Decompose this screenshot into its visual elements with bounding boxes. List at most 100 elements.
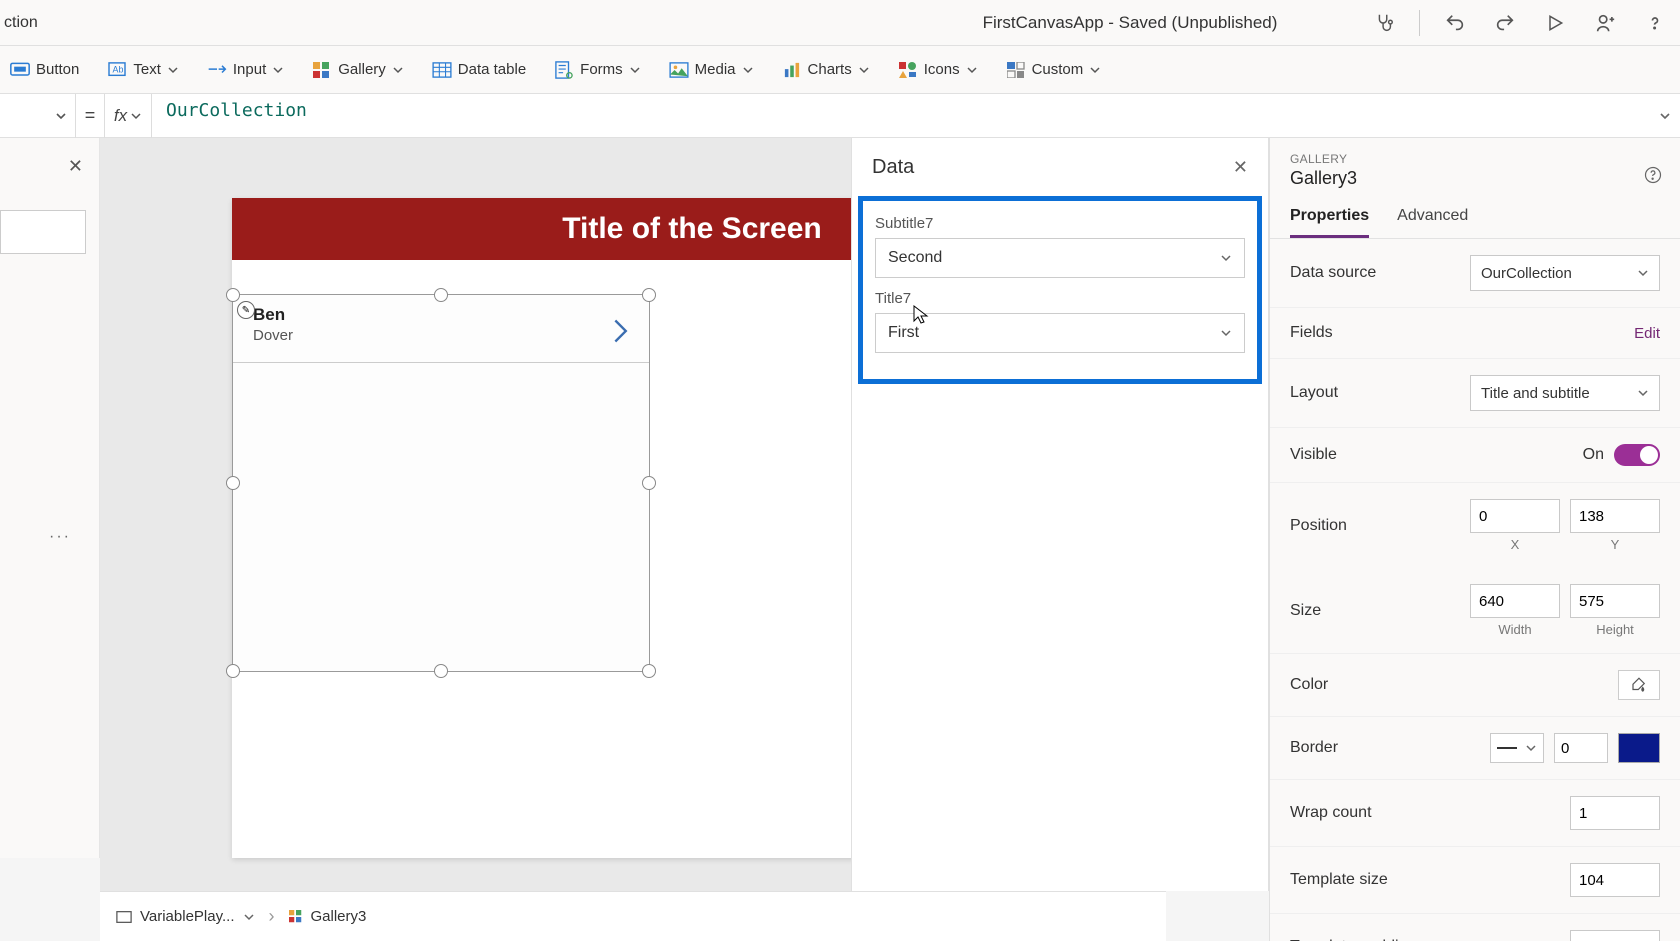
resize-handle[interactable] xyxy=(642,476,656,490)
text-icon: Ab xyxy=(107,60,127,80)
axis-label: Height xyxy=(1596,622,1634,637)
fields-edit-link[interactable]: Edit xyxy=(1634,325,1660,342)
select-value: OurCollection xyxy=(1481,265,1572,282)
data-table-icon xyxy=(432,60,452,80)
resize-handle[interactable] xyxy=(434,664,448,678)
button-icon xyxy=(10,60,30,80)
canvas-screen[interactable]: Title of the Screen ✎ Ben Dover xyxy=(232,198,952,858)
gallery-icon xyxy=(312,60,332,80)
resize-handle[interactable] xyxy=(226,476,240,490)
insert-icons[interactable]: Icons xyxy=(896,56,980,84)
insert-gallery[interactable]: Gallery xyxy=(310,56,406,84)
insert-input[interactable]: Input xyxy=(205,56,286,84)
svg-text:Ab: Ab xyxy=(113,64,124,74)
chevron-right-icon[interactable] xyxy=(611,317,629,345)
template-size-input[interactable] xyxy=(1570,863,1660,897)
visible-toggle[interactable]: On xyxy=(1583,444,1660,466)
chevron-down-icon xyxy=(55,110,67,122)
field-label: Subtitle7 xyxy=(875,215,1245,232)
share-icon[interactable] xyxy=(1590,8,1620,38)
help-icon[interactable] xyxy=(1644,166,1662,184)
gallery-item[interactable]: ✎ Ben Dover xyxy=(233,295,649,363)
breadcrumb-gallery[interactable]: Gallery3 xyxy=(289,908,367,925)
play-icon[interactable] xyxy=(1540,8,1570,38)
edit-template-icon[interactable]: ✎ xyxy=(237,301,255,319)
prop-color: Color xyxy=(1270,654,1680,717)
ribbon-label: Icons xyxy=(924,61,960,78)
toggle-text: On xyxy=(1583,446,1604,464)
prop-label: Layout xyxy=(1290,384,1338,402)
chevron-down-icon xyxy=(1089,64,1101,76)
layout-select[interactable]: Title and subtitle xyxy=(1470,375,1660,411)
ribbon-label: Data table xyxy=(458,61,526,78)
insert-forms[interactable]: Forms xyxy=(552,56,643,84)
fields-highlight: Subtitle7 Second Title7 First xyxy=(858,196,1262,384)
wrap-count-input[interactable] xyxy=(1570,796,1660,830)
property-selector[interactable] xyxy=(0,94,76,138)
ribbon-label: Text xyxy=(133,61,161,78)
prop-size: Size Width Height xyxy=(1270,568,1680,654)
tab-properties[interactable]: Properties xyxy=(1290,207,1369,238)
color-fill-button[interactable] xyxy=(1618,670,1660,700)
prop-label: Size xyxy=(1290,602,1321,620)
close-icon[interactable]: ✕ xyxy=(1233,157,1248,178)
breadcrumb: VariablePlay... › Gallery3 xyxy=(100,891,1166,941)
ribbon-label: Gallery xyxy=(338,61,386,78)
prop-label: Visible xyxy=(1290,446,1337,464)
more-icon[interactable]: ··· xyxy=(49,528,71,546)
border-color-swatch[interactable] xyxy=(1618,733,1660,763)
charts-icon xyxy=(782,60,802,80)
template-padding-input[interactable] xyxy=(1570,930,1660,941)
undo-icon[interactable] xyxy=(1440,8,1470,38)
tree-search-input[interactable] xyxy=(0,210,86,254)
resize-handle[interactable] xyxy=(642,664,656,678)
chevron-down-icon xyxy=(629,64,641,76)
header-left-text: ction xyxy=(0,14,38,32)
title-field-select[interactable]: First xyxy=(875,313,1245,353)
chevron-down-icon xyxy=(1637,387,1649,399)
gallery-icon xyxy=(289,910,303,924)
size-height-input[interactable] xyxy=(1570,584,1660,618)
control-type: GALLERY xyxy=(1290,152,1660,166)
insert-media[interactable]: Media xyxy=(667,56,756,84)
help-icon[interactable] xyxy=(1640,8,1670,38)
data-source-select[interactable]: OurCollection xyxy=(1470,255,1660,291)
border-style-select[interactable] xyxy=(1490,733,1544,763)
chevron-down-icon xyxy=(272,64,284,76)
border-width-input[interactable] xyxy=(1554,733,1608,763)
chevron-down-icon xyxy=(1220,327,1232,339)
chevron-down-icon xyxy=(1220,252,1232,264)
resize-handle[interactable] xyxy=(226,664,240,678)
insert-data-table[interactable]: Data table xyxy=(430,56,528,84)
gallery-item-title: Ben xyxy=(253,305,629,325)
prop-layout: Layout Title and subtitle xyxy=(1270,359,1680,428)
redo-icon[interactable] xyxy=(1490,8,1520,38)
prop-wrap-count: Wrap count xyxy=(1270,780,1680,847)
field-label: Title7 xyxy=(875,290,1245,307)
chevron-down-icon xyxy=(243,911,255,923)
close-icon[interactable]: ✕ xyxy=(68,156,83,177)
breadcrumb-screen[interactable]: VariablePlay... xyxy=(116,908,255,925)
fx-button[interactable]: fx xyxy=(104,94,152,138)
size-width-input[interactable] xyxy=(1470,584,1560,618)
prop-label: Color xyxy=(1290,676,1328,694)
control-name: Gallery3 xyxy=(1290,168,1660,189)
prop-template-size: Template size xyxy=(1270,847,1680,914)
insert-custom[interactable]: Custom xyxy=(1004,56,1104,84)
breadcrumb-label: Gallery3 xyxy=(311,908,367,925)
prop-visible: Visible On xyxy=(1270,428,1680,483)
properties-tabs: Properties Advanced xyxy=(1270,195,1680,239)
subtitle-field-select[interactable]: Second xyxy=(875,238,1245,278)
insert-button[interactable]: Button xyxy=(8,56,81,84)
screen-title-banner: Title of the Screen xyxy=(232,198,952,260)
formula-expand-button[interactable] xyxy=(1650,110,1680,122)
formula-input[interactable]: OurCollection xyxy=(152,100,1650,132)
insert-text[interactable]: Ab Text xyxy=(105,56,181,84)
gallery-control[interactable]: ✎ Ben Dover xyxy=(232,294,650,672)
icons-icon xyxy=(898,60,918,80)
position-y-input[interactable] xyxy=(1570,499,1660,533)
insert-charts[interactable]: Charts xyxy=(780,56,872,84)
position-x-input[interactable] xyxy=(1470,499,1560,533)
tab-advanced[interactable]: Advanced xyxy=(1397,207,1468,238)
health-check-icon[interactable] xyxy=(1369,8,1399,38)
